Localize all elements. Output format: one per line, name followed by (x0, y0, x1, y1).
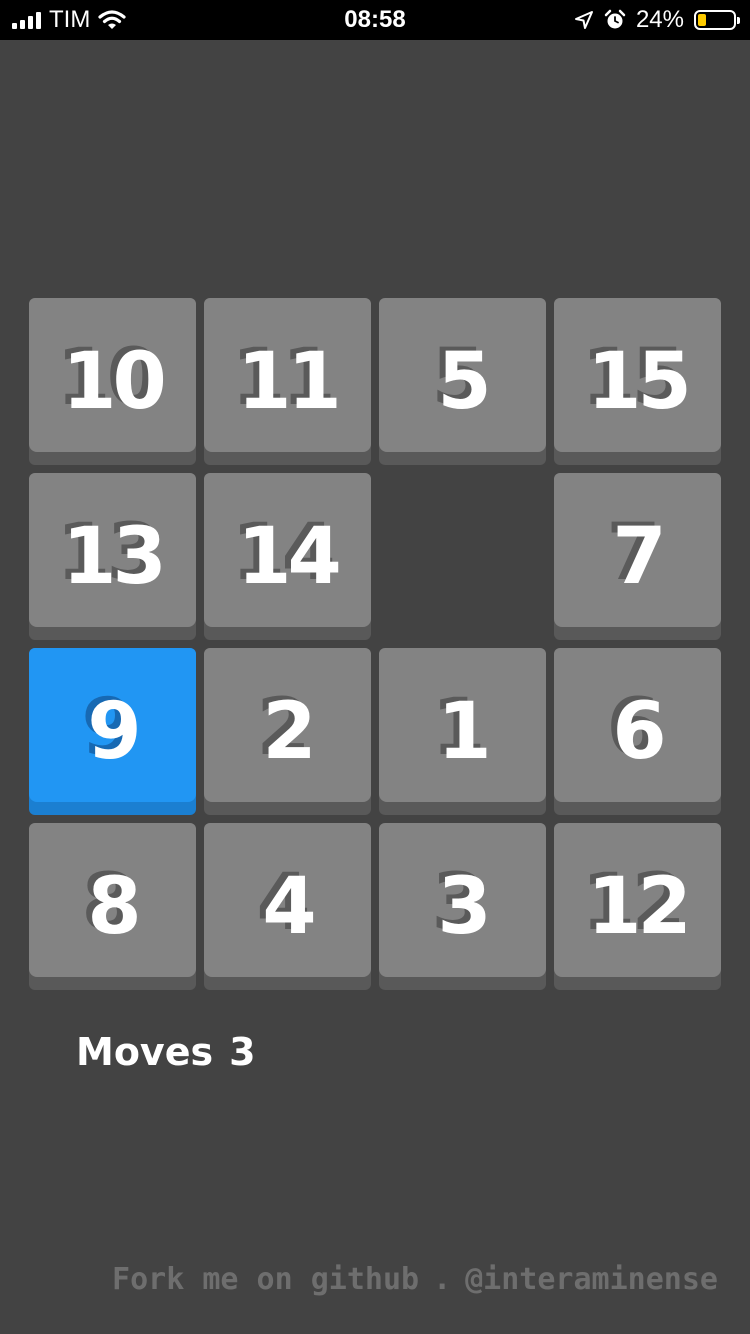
tile-1[interactable]: 1 (379, 648, 546, 815)
tile-face: 13 (29, 473, 196, 627)
tile-9[interactable]: 9 (29, 648, 196, 815)
tile-number: 9 (87, 687, 141, 777)
alarm-icon (604, 9, 626, 29)
tile-4[interactable]: 4 (204, 823, 371, 990)
footer-separator: . (433, 1262, 452, 1297)
game-screen: TIM 08:58 24% 10 11 5 15 13 14 7 9 2 1 6… (0, 0, 750, 1334)
tile-face: 3 (379, 823, 546, 977)
tile-13[interactable]: 13 (29, 473, 196, 640)
empty-cell (379, 473, 546, 640)
tile-face: 4 (204, 823, 371, 977)
author-handle-link[interactable]: @interaminense (465, 1262, 718, 1297)
signal-icon (12, 11, 41, 29)
status-bar: TIM 08:58 24% (0, 0, 750, 40)
tile-number: 14 (237, 512, 342, 602)
moves-counter: Moves 3 (76, 1030, 256, 1074)
tile-number: 8 (87, 862, 141, 952)
battery-percent: 24% (635, 6, 684, 33)
tile-number: 2 (262, 687, 316, 777)
tile-2[interactable]: 2 (204, 648, 371, 815)
tile-14[interactable]: 14 (204, 473, 371, 640)
tile-5[interactable]: 5 (379, 298, 546, 465)
location-arrow-icon (574, 11, 593, 29)
tile-number: 5 (437, 337, 491, 427)
tile-6[interactable]: 6 (554, 648, 721, 815)
tile-face: 5 (379, 298, 546, 452)
battery-fill (698, 14, 706, 26)
tile-number: 3 (437, 862, 491, 952)
tile-face: 7 (554, 473, 721, 627)
tile-number: 13 (62, 512, 167, 602)
tile-face: 9 (29, 648, 196, 802)
tile-face: 2 (204, 648, 371, 802)
tile-face: 15 (554, 298, 721, 452)
status-right: 24% (574, 0, 740, 40)
tile-face: 8 (29, 823, 196, 977)
tile-12[interactable]: 12 (554, 823, 721, 990)
footer: Fork me on github . @interaminense (112, 1262, 718, 1297)
wifi-icon (98, 10, 126, 29)
tile-3[interactable]: 3 (379, 823, 546, 990)
tile-face: 10 (29, 298, 196, 452)
tile-number: 11 (237, 337, 342, 427)
puzzle-board: 10 11 5 15 13 14 7 9 2 1 6 8 4 3 12 (29, 298, 721, 990)
tile-face: 11 (204, 298, 371, 452)
github-link[interactable]: Fork me on github (112, 1262, 419, 1297)
tile-10[interactable]: 10 (29, 298, 196, 465)
moves-count: 3 (229, 1030, 256, 1074)
tile-number: 1 (437, 687, 491, 777)
tile-11[interactable]: 11 (204, 298, 371, 465)
tile-face: 6 (554, 648, 721, 802)
status-left: TIM (12, 0, 126, 40)
tile-7[interactable]: 7 (554, 473, 721, 640)
tile-number: 6 (612, 687, 666, 777)
tile-number: 7 (612, 512, 666, 602)
tile-8[interactable]: 8 (29, 823, 196, 990)
tile-number: 12 (587, 862, 692, 952)
tile-15[interactable]: 15 (554, 298, 721, 465)
tile-number: 4 (262, 862, 316, 952)
tile-number: 15 (587, 337, 692, 427)
tile-face: 1 (379, 648, 546, 802)
tile-face: 12 (554, 823, 721, 977)
battery-icon (694, 10, 740, 30)
tile-face: 14 (204, 473, 371, 627)
tile-number: 10 (62, 337, 167, 427)
carrier-label: TIM (49, 6, 91, 33)
moves-label: Moves (76, 1030, 214, 1074)
